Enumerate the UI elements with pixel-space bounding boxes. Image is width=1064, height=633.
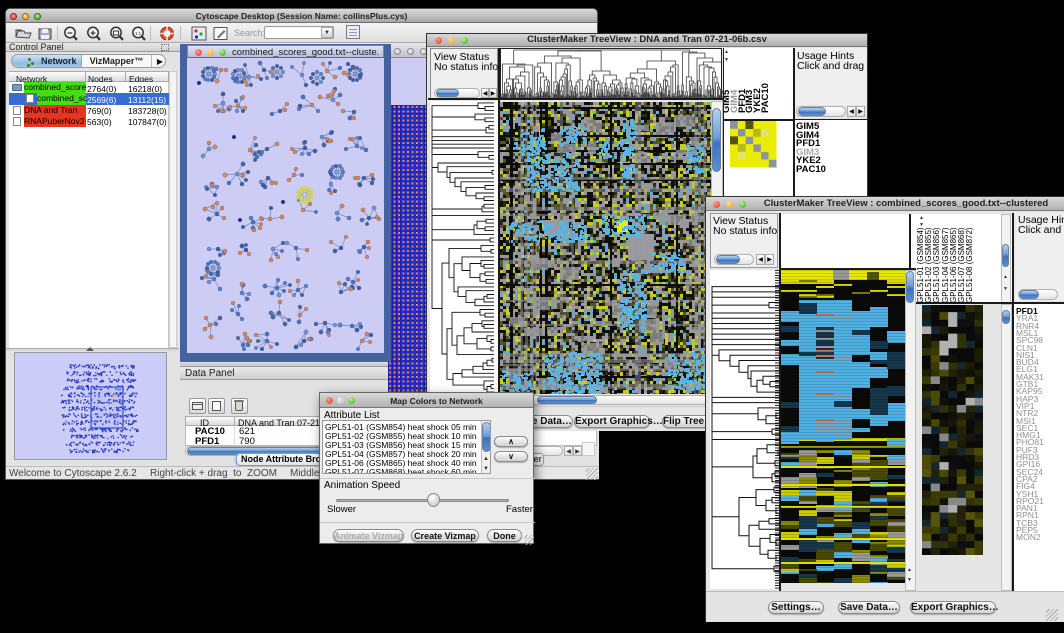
svg-text:1:1: 1:1 <box>135 31 142 36</box>
